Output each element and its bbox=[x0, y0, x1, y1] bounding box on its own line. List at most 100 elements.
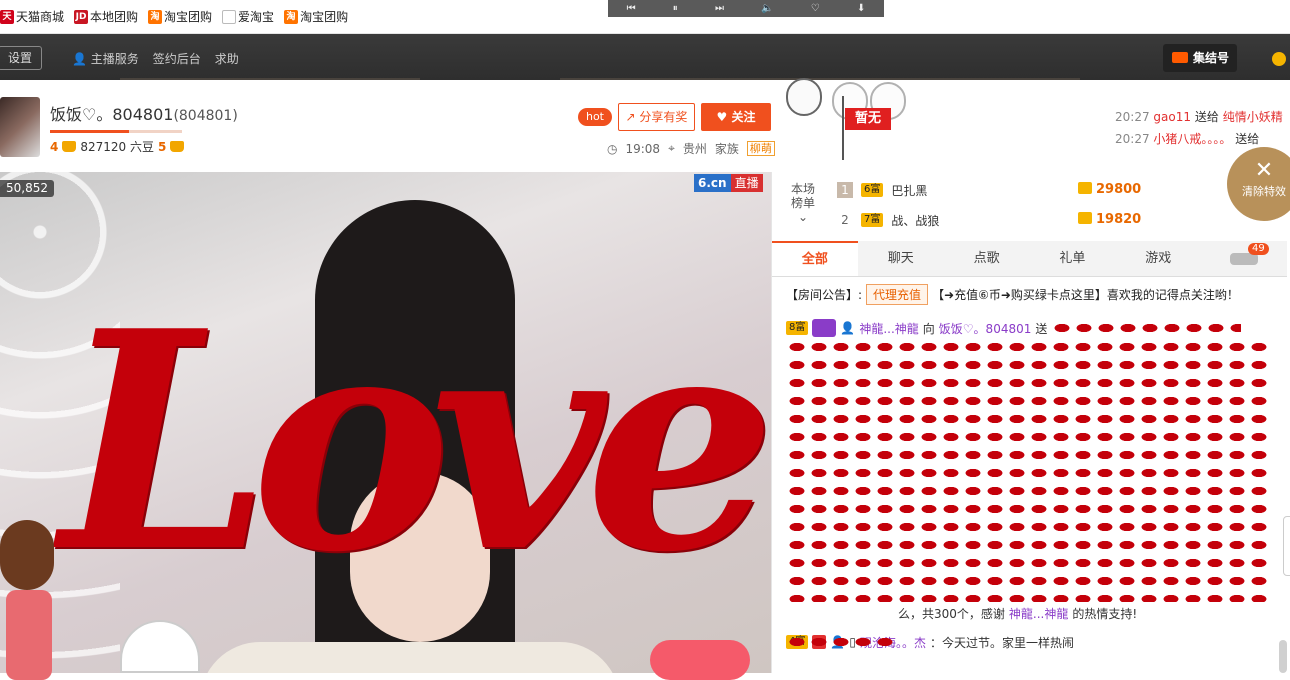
tmall-icon: 天 bbox=[0, 9, 14, 24]
tab-cars[interactable]: 49 bbox=[1201, 241, 1287, 276]
bookmark-taobao-group[interactable]: 淘淘宝团购 bbox=[148, 0, 212, 34]
site-live-logo: 6.cn 直播 bbox=[694, 174, 763, 192]
share-button[interactable]: ↗ 分享有奖 bbox=[618, 103, 695, 131]
feed-user[interactable]: 小猪八戒。。。。 bbox=[1153, 132, 1231, 146]
feed-action: 送给 bbox=[1235, 132, 1260, 146]
close-icon: ✕ bbox=[1254, 158, 1274, 183]
logo-text: 6.cn bbox=[694, 174, 731, 192]
lips-gift-icons bbox=[786, 634, 894, 650]
hot-badge: hot bbox=[578, 108, 612, 126]
bookmark-local-group[interactable]: JD 本地团购 bbox=[74, 0, 138, 34]
thanks-suffix: 的热情支持! bbox=[1072, 606, 1138, 621]
tab-chat[interactable]: 聊天 bbox=[858, 241, 944, 276]
feed-time: 20:27 bbox=[1115, 110, 1150, 124]
gift-message: 8富 👤 神龍...神龍 向 饭饭♡。804801 送 bbox=[786, 318, 1276, 338]
clock-icon: ◷ bbox=[607, 141, 618, 156]
decor-body bbox=[6, 590, 52, 680]
rank-label[interactable]: 本场榜单 ⌄ bbox=[786, 182, 820, 224]
tab-songs[interactable]: 点歌 bbox=[944, 241, 1030, 276]
bookmark-label: 淘宝团购 bbox=[300, 10, 349, 24]
share-label: 分享有奖 bbox=[639, 110, 688, 124]
link-label: 主播服务 bbox=[90, 52, 139, 66]
rank-user: 战、战狼 bbox=[891, 213, 940, 228]
pause-icon[interactable]: ⏸ bbox=[673, 3, 678, 14]
feed-action: 送给 bbox=[1194, 110, 1219, 124]
rank-number: 2 bbox=[841, 213, 849, 227]
beans-count: 827120 六豆 bbox=[80, 140, 154, 154]
live-time: 19:08 bbox=[625, 141, 661, 156]
thanks-line: 么，共300个，感谢 神龍...神龍 的热情支持! bbox=[786, 602, 1276, 624]
anchor-service-link[interactable]: 👤 主播服务 bbox=[72, 50, 139, 67]
family-tag[interactable]: 柳萌 bbox=[746, 141, 775, 156]
car-icon: 49 bbox=[1230, 242, 1269, 265]
rank-number: 1 bbox=[837, 182, 853, 198]
chat-tabs: 全部 聊天 点歌 礼单 游戏 49 bbox=[772, 241, 1287, 277]
volume-icon[interactable]: 🔈 bbox=[761, 3, 773, 14]
signing-backend-link[interactable]: 签约后台 bbox=[153, 50, 201, 67]
live-video[interactable]: Love bbox=[0, 172, 771, 673]
help-link[interactable]: 求助 bbox=[215, 50, 239, 67]
anchor-level-row: 4 827120 六豆 5 bbox=[50, 138, 185, 155]
heart-icon[interactable]: ♡ bbox=[811, 3, 820, 14]
top-links: 👤 主播服务 签约后台 求助 bbox=[72, 50, 239, 67]
side-expand-tab[interactable] bbox=[1283, 516, 1290, 576]
anchor-name-text: 饭饭♡。804801 bbox=[50, 105, 174, 124]
level-current: 4 bbox=[50, 139, 59, 154]
bookmark-tmall[interactable]: 天天猫商城 bbox=[0, 0, 64, 34]
agent-recharge-button[interactable]: 代理充值 bbox=[866, 284, 929, 305]
rank-row[interactable]: 2 7富 战、战狼 bbox=[837, 209, 939, 231]
follow-button[interactable]: ♥ 关注 bbox=[701, 103, 771, 131]
taobao-icon: 淘 bbox=[284, 9, 299, 24]
streamer-sweater bbox=[200, 642, 620, 673]
rank-row[interactable]: 1 6富 巴扎黑 bbox=[837, 179, 927, 201]
notice-text: 【➜充值⑥币➜购买绿卡点这里】喜欢我的记得点关注哟！ bbox=[932, 288, 1239, 302]
clear-effects-label: 清除特效 bbox=[1242, 185, 1286, 198]
anchor-avatar[interactable] bbox=[0, 97, 40, 157]
gift-feed-row: 20:27 gao11 送给 纯情小妖精 bbox=[1115, 108, 1290, 130]
chat-scrollbar[interactable] bbox=[1279, 640, 1287, 673]
feed-target[interactable]: 纯情小妖精 bbox=[1223, 110, 1283, 124]
rally-button[interactable]: 集结号 bbox=[1163, 44, 1237, 72]
chat-send: 送 bbox=[1035, 321, 1048, 336]
next-icon[interactable]: ⏭ bbox=[715, 3, 724, 14]
feed-user[interactable]: gao11 bbox=[1153, 110, 1191, 124]
download-icon[interactable]: ⬇ bbox=[857, 3, 865, 14]
love-gift-effect: Love bbox=[60, 265, 771, 618]
wealth-badge: 8富 bbox=[786, 321, 809, 335]
chat-feed: 8富 👤 神龍...神龍 向 饭饭♡。804801 送 么，共300个，感谢 神… bbox=[786, 318, 1276, 652]
viewer-count: 50,852 bbox=[0, 180, 54, 197]
lips-gift-icons bbox=[1051, 320, 1242, 336]
feed-time: 20:27 bbox=[1115, 132, 1150, 146]
chat-text: ：今天过节。家里一样热闹 bbox=[929, 635, 1074, 650]
promo-badge[interactable] bbox=[650, 640, 750, 680]
tab-gifts[interactable]: 礼单 bbox=[1029, 241, 1115, 276]
rank-label-text: 本场榜单 bbox=[790, 182, 815, 210]
crown-icon bbox=[62, 141, 77, 152]
decor-branch bbox=[560, 34, 1080, 80]
wealth-badge: 7富 bbox=[861, 213, 884, 227]
decor-pole bbox=[842, 96, 844, 160]
family-label: 家族 bbox=[714, 142, 739, 156]
bookmark-ai-taobao[interactable]: 爱淘宝 bbox=[222, 0, 274, 34]
level-next: 5 bbox=[157, 139, 167, 154]
chat-user[interactable]: 神龍...神龍 bbox=[859, 320, 918, 337]
live-text: 直播 bbox=[730, 174, 763, 192]
thanks-user[interactable]: 神龍...神龍 bbox=[1009, 605, 1068, 622]
bookmark-taobao-group-2[interactable]: 淘淘宝团购 bbox=[284, 0, 348, 34]
coin-icon[interactable] bbox=[1272, 52, 1286, 66]
tab-games[interactable]: 游戏 bbox=[1115, 241, 1201, 276]
location-icon: ⌖ bbox=[668, 141, 675, 155]
lips-gift-wall bbox=[786, 338, 1272, 650]
notice-label: 【房间公告】: bbox=[786, 288, 863, 302]
chat-anchor[interactable]: 饭饭♡。804801 bbox=[939, 320, 1032, 337]
rank-user: 巴扎黑 bbox=[891, 183, 928, 198]
crown-icon bbox=[170, 141, 185, 152]
tab-all[interactable]: 全部 bbox=[772, 241, 858, 276]
settings-button[interactable]: 设置 bbox=[0, 46, 42, 70]
rank-value: 19820 bbox=[1078, 209, 1141, 231]
prev-icon[interactable]: ⏮ bbox=[627, 3, 636, 14]
gift-avatar-icon bbox=[812, 319, 837, 337]
room-id: (804801) bbox=[173, 108, 238, 124]
bookmark-label: 天猫商城 bbox=[16, 10, 65, 24]
level-progress-bar bbox=[50, 130, 182, 133]
